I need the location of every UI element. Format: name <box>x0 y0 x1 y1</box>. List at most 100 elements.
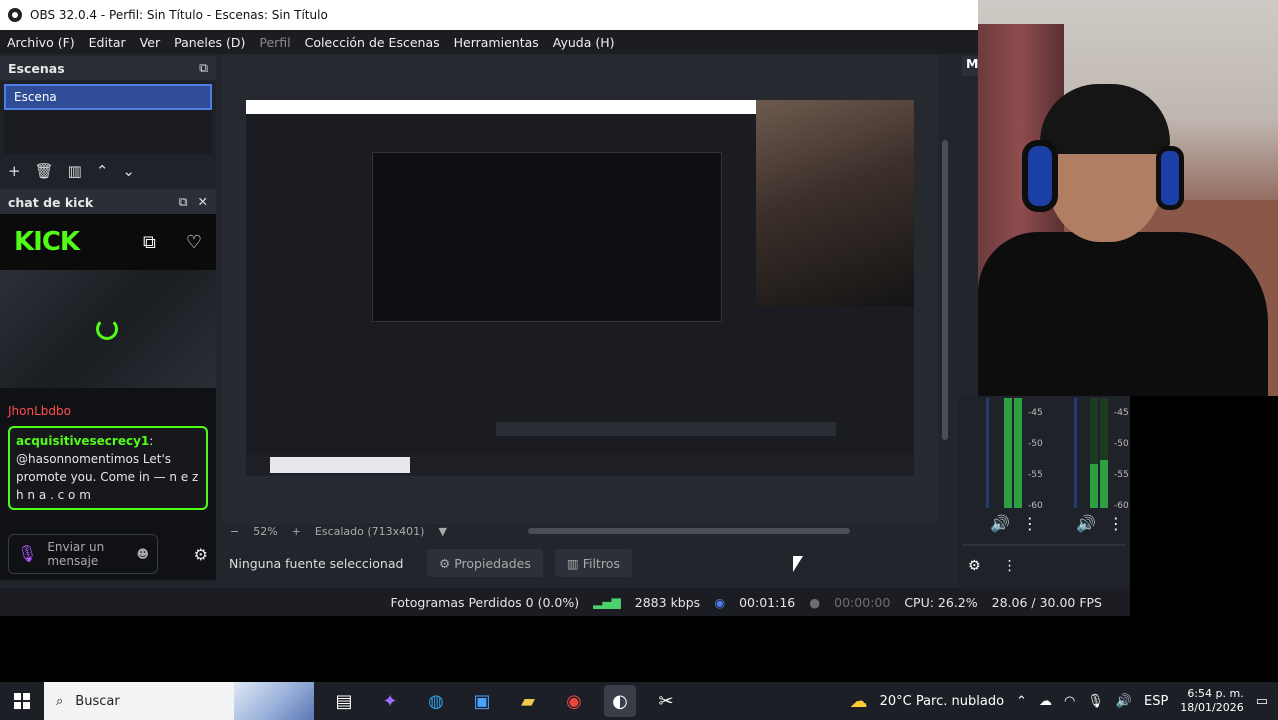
chat-dock: chat de kick ⧉ ✕ KICK ⧉ ♡ JhonLbdbo acqu… <box>0 190 216 582</box>
stream-time: 00:01:16 <box>739 594 796 610</box>
scene-item[interactable]: Escena <box>4 84 212 110</box>
remove-scene-icon[interactable]: 🗑 <box>35 162 54 180</box>
more-options-icon[interactable]: ⋮ <box>1022 514 1038 533</box>
menu-paneles[interactable]: Paneles (D) <box>174 35 245 50</box>
wifi-icon[interactable]: ◠ <box>1064 694 1075 709</box>
properties-button[interactable]: ⚙ Propiedades <box>427 549 543 577</box>
close-icon[interactable]: ✕ <box>198 194 208 210</box>
source-toolbar: Ninguna fuente seleccionad ⚙ Propiedades… <box>222 546 952 580</box>
volume-slider[interactable] <box>1074 398 1077 508</box>
notifications-icon[interactable]: ▭ <box>1256 694 1268 709</box>
preview-horizontal-scrollbar[interactable] <box>528 528 850 534</box>
chevron-up-icon[interactable]: ⌃ <box>1016 694 1027 709</box>
add-scene-icon[interactable]: + <box>8 162 21 180</box>
record-time: 00:00:00 <box>834 594 891 610</box>
menu-archivo[interactable]: Archivo (F) <box>7 35 75 50</box>
program-preview[interactable] <box>222 54 938 524</box>
filters-button[interactable]: ▥ Filtros <box>554 549 632 577</box>
file-explorer-icon[interactable]: ▰ <box>512 685 544 717</box>
no-source-label: Ninguna fuente seleccionad <box>229 555 404 571</box>
move-up-icon[interactable]: ⌃ <box>96 162 109 180</box>
menu-ver[interactable]: Ver <box>140 35 160 50</box>
taskbar-search[interactable]: ⌕ Buscar <box>44 682 314 720</box>
chat-title: chat de kick <box>8 194 94 210</box>
scene-toolbar: + 🗑 ▥ ⌃ ⌄ <box>0 158 216 184</box>
microphone-icon[interactable]: 🎙 <box>17 546 37 562</box>
heart-icon[interactable]: ♡ <box>186 232 202 253</box>
microphone-icon[interactable]: 🎙 <box>1087 694 1104 709</box>
chat-username[interactable]: JhonLbdbo <box>8 404 208 418</box>
preview-vertical-scrollbar[interactable] <box>942 140 948 440</box>
popout-icon[interactable]: ⧉ <box>143 232 156 253</box>
nested-preview-capture <box>246 100 914 476</box>
chat-input-placeholder: Enviar un mensaje <box>47 540 105 568</box>
speaker-icon[interactable]: 🔊 <box>1076 514 1096 533</box>
chat-input[interactable]: 🎙 Enviar un mensaje ☻ <box>8 534 158 574</box>
taskbar-apps: ▤ ✦ ◍ ▣ ▰ ◉ ◐ ✂ <box>314 685 682 717</box>
menu-ayuda[interactable]: Ayuda (H) <box>553 35 615 50</box>
system-tray: ☁ 20°C Parc. nublado ⌃ ☁ ◠ 🎙 🔊 ESP 6:54 … <box>850 687 1278 715</box>
audio-meter <box>1090 398 1098 508</box>
zoom-in-icon[interactable]: + <box>292 525 301 538</box>
title-bar: OBS 32.0.4 - Perfil: Sin Título - Escena… <box>0 0 980 30</box>
more-options-icon[interactable]: ⋮ <box>1003 558 1017 574</box>
chat-header: chat de kick ⧉ ✕ <box>0 190 216 214</box>
store-icon[interactable]: ▣ <box>466 685 498 717</box>
more-options-icon[interactable]: ⋮ <box>1108 514 1124 533</box>
obs-app-icon[interactable]: ◐ <box>604 685 636 717</box>
kick-logo: KICK <box>14 227 80 257</box>
language-indicator[interactable]: ESP <box>1144 694 1168 709</box>
chrome-icon[interactable]: ◉ <box>558 685 590 717</box>
settings-gear-icon[interactable]: ⚙ <box>194 545 208 564</box>
weather-text[interactable]: 20°C Parc. nublado <box>880 694 1004 709</box>
loading-spinner-icon <box>96 318 118 340</box>
gear-icon: ⚙ <box>439 555 451 571</box>
filters-label: Filtros <box>582 555 620 571</box>
fps: 28.06 / 30.00 FPS <box>991 594 1102 610</box>
menu-perfil[interactable]: Perfil <box>259 35 290 50</box>
volume-slider[interactable] <box>986 398 989 508</box>
scale-dropdown-icon[interactable]: ▼ <box>438 525 446 538</box>
chat-message-text: @hasonnomentimos Let's promote you. Come… <box>16 452 199 502</box>
undock-icon[interactable]: ⧉ <box>179 194 188 210</box>
audio-meter <box>1004 398 1012 508</box>
copilot-icon[interactable]: ✦ <box>374 685 406 717</box>
scene-filters-icon[interactable]: ▥ <box>68 162 82 180</box>
menu-editar[interactable]: Editar <box>89 35 126 50</box>
search-highlight-image <box>234 682 314 720</box>
properties-label: Propiedades <box>454 555 531 571</box>
volume-icon[interactable]: 🔊 <box>1116 694 1132 709</box>
scenes-header: Escenas ⧉ <box>0 56 216 80</box>
capcut-icon[interactable]: ✂ <box>650 685 682 717</box>
signal-bars-icon: ▂▄▆ <box>593 595 621 609</box>
zoom-out-icon[interactable]: − <box>230 525 239 538</box>
start-button[interactable] <box>0 682 44 720</box>
menu-coleccion-escenas[interactable]: Colección de Escenas <box>305 35 440 50</box>
weather-icon[interactable]: ☁ <box>850 691 868 712</box>
emoji-icon[interactable]: ☻ <box>136 547 149 561</box>
scenes-title: Escenas <box>8 60 65 76</box>
mixer-controls: 🔊 ⋮ <box>990 514 1038 533</box>
obs-logo-icon <box>8 8 22 22</box>
cpu-usage: CPU: 26.2% <box>904 594 978 610</box>
clock-time: 6:54 p. m. <box>1187 687 1244 700</box>
network-icon[interactable]: ☁ <box>1039 694 1052 709</box>
speaker-icon[interactable]: 🔊 <box>990 514 1010 533</box>
clock[interactable]: 6:54 p. m. 18/01/2026 <box>1180 687 1243 715</box>
meter-scale: -45 -50 -55 -60 <box>1114 408 1129 511</box>
chat-message-user[interactable]: acquisitivesecrecy1 <box>16 434 149 448</box>
bitrate: 2883 kbps <box>634 594 701 610</box>
advanced-audio-gear-icon[interactable]: ⚙ <box>968 558 981 574</box>
undock-icon[interactable]: ⧉ <box>199 60 208 76</box>
mixer-dock-title: M <box>962 56 978 76</box>
task-view-icon[interactable]: ▤ <box>328 685 360 717</box>
search-icon: ⌕ <box>56 693 64 709</box>
audio-mixer: -45 -50 -55 -60 -45 -50 -55 -60 🔊 ⋮ 🔊 ⋮ … <box>958 396 1130 588</box>
menu-herramientas[interactable]: Herramientas <box>454 35 539 50</box>
scenes-dock: Escenas ⧉ Escena + 🗑 ▥ ⌃ ⌄ <box>0 56 216 188</box>
windows-taskbar: ⌕ Buscar ▤ ✦ ◍ ▣ ▰ ◉ ◐ ✂ ☁ 20°C Parc. nu… <box>0 682 1278 720</box>
move-down-icon[interactable]: ⌄ <box>122 162 135 180</box>
audio-meter <box>1100 398 1108 508</box>
edge-browser-icon[interactable]: ◍ <box>420 685 452 717</box>
scale-label: Escalado (713x401) <box>314 524 425 538</box>
